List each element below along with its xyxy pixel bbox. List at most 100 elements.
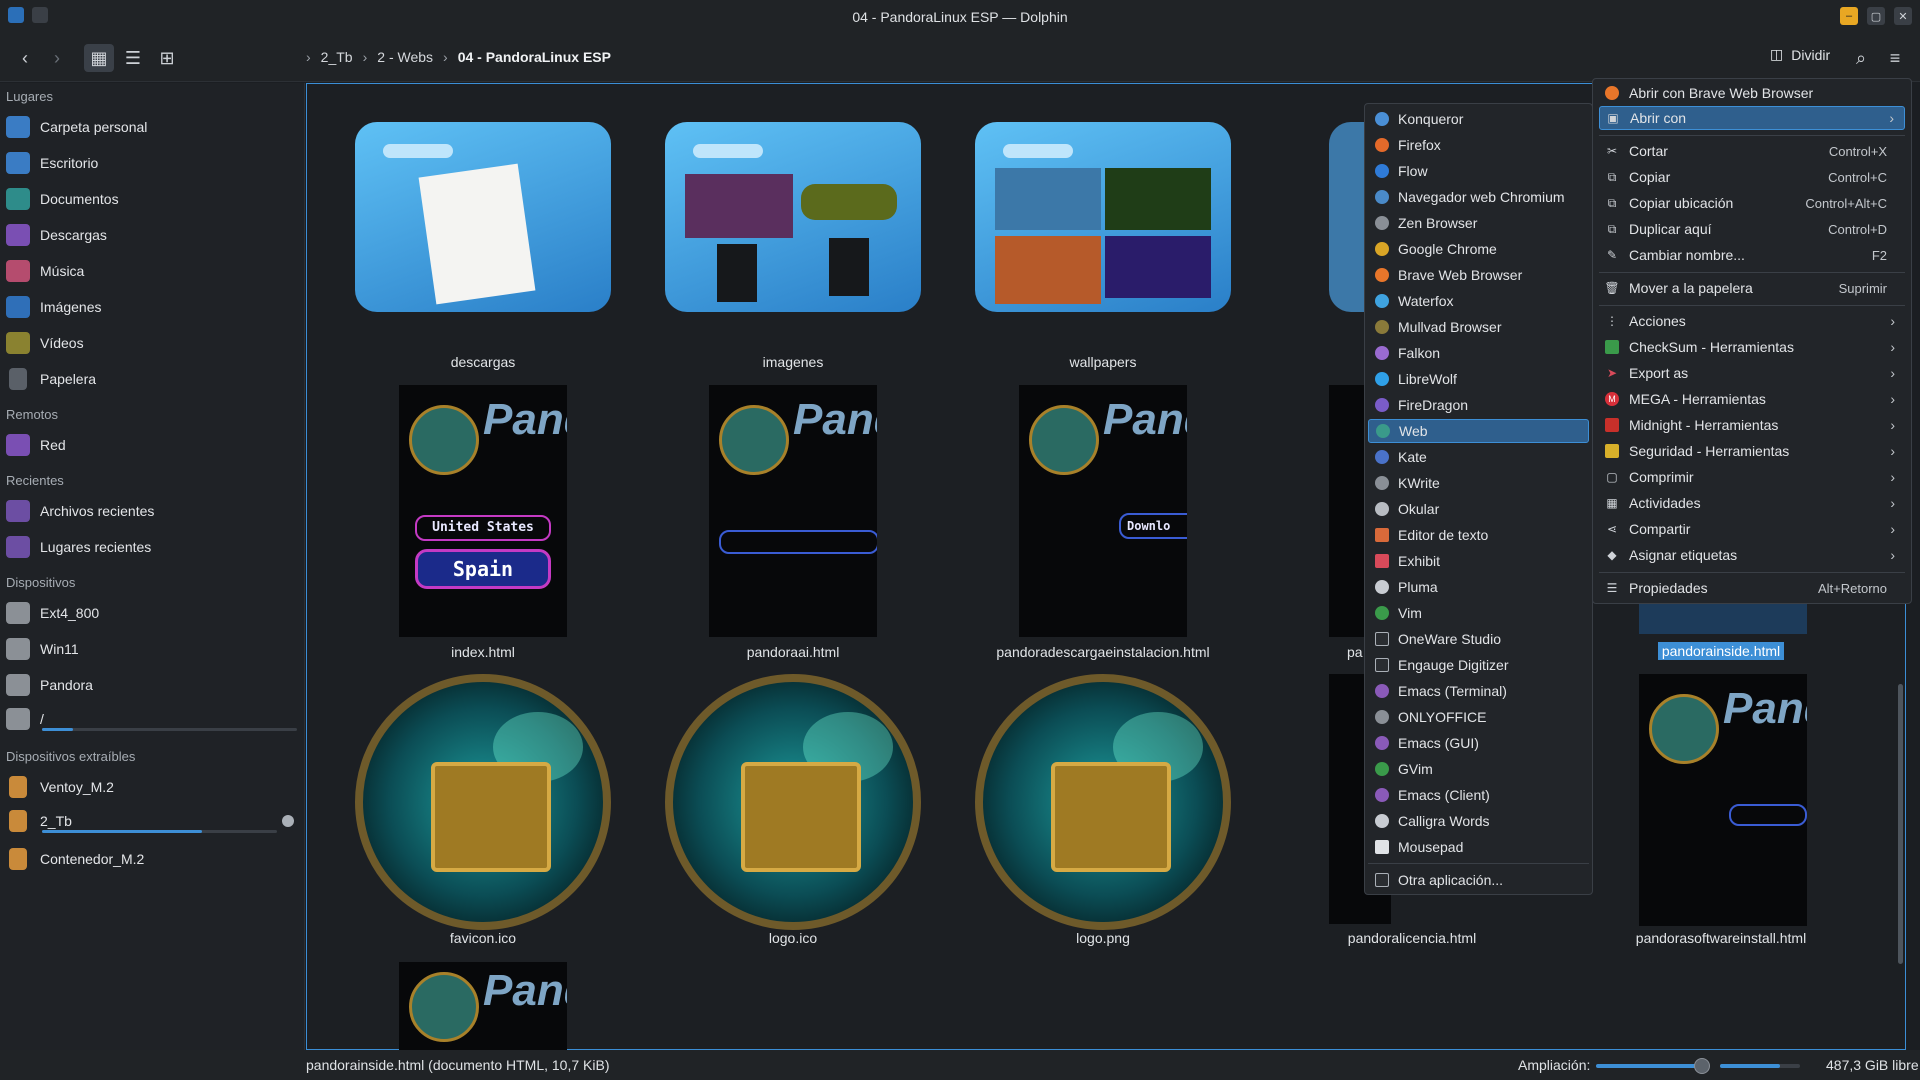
sidebar-item-pictures[interactable]: Imágenes [6, 291, 298, 323]
folder-thumbnail[interactable] [665, 122, 921, 312]
file-name[interactable]: pandoralicencia.html [1262, 930, 1562, 946]
sidebar-item-recent-files[interactable]: Archivos recientes [6, 495, 298, 527]
image-thumbnail[interactable] [355, 674, 611, 930]
menu-assign-tags[interactable]: ◆ Asignar etiquetas › [1599, 543, 1905, 567]
app-web[interactable]: Web [1368, 419, 1589, 443]
app-exhibit[interactable]: Exhibit [1368, 549, 1589, 573]
folder-thumbnail[interactable] [1329, 122, 1369, 312]
file-name[interactable]: index.html [333, 644, 633, 660]
sidebar-item-documents[interactable]: Documentos [6, 183, 298, 215]
file-name[interactable]: pandorasoftwareinstall.html [1571, 930, 1871, 946]
sidebar-item-home[interactable]: Carpeta personal [6, 111, 298, 143]
sidebar-item-desktop[interactable]: Escritorio [6, 147, 298, 179]
app-gvim[interactable]: GVim [1368, 757, 1589, 781]
menu-compress[interactable]: ▢ Comprimir › [1599, 465, 1905, 489]
breadcrumb-current[interactable]: 04 - PandoraLinux ESP [458, 49, 611, 65]
sidebar-item-recent-places[interactable]: Lugares recientes [6, 531, 298, 563]
app-chrome[interactable]: Google Chrome [1368, 237, 1589, 261]
menu-actions[interactable]: ⋮ Acciones › [1599, 309, 1905, 333]
sidebar-item-ventoy[interactable]: Ventoy_M.2 [6, 771, 298, 803]
sidebar-item-ext4[interactable]: Ext4_800 [6, 597, 298, 629]
other-application-item[interactable]: Otra aplicación... [1368, 868, 1589, 892]
sidebar-item-trash[interactable]: Papelera [6, 363, 298, 395]
app-librewolf[interactable]: LibreWolf [1368, 367, 1589, 391]
menu-open-brave[interactable]: Abrir con Brave Web Browser [1599, 81, 1905, 105]
eject-icon[interactable] [282, 815, 294, 827]
file-name[interactable]: pandoradescargaeinstalacion.html [953, 644, 1253, 660]
app-mousepad[interactable]: Mousepad [1368, 835, 1589, 859]
app-calligra-words[interactable]: Calligra Words [1368, 809, 1589, 833]
image-thumbnail[interactable] [975, 674, 1231, 930]
minimize-button[interactable]: – [1840, 7, 1858, 25]
menu-midnight[interactable]: Midnight - Herramientas › [1599, 413, 1905, 437]
file-name[interactable]: favicon.ico [333, 930, 633, 946]
scrollbar[interactable] [1898, 684, 1903, 964]
app-onlyoffice[interactable]: ONLYOFFICE [1368, 705, 1589, 729]
file-name[interactable]: descargas [333, 354, 633, 370]
file-name[interactable]: pandoraai.html [643, 644, 943, 660]
sidebar-item-music[interactable]: Música [6, 255, 298, 287]
menu-mega[interactable]: M MEGA - Herramientas › [1599, 387, 1905, 411]
close-button[interactable]: ✕ [1894, 7, 1912, 25]
search-button[interactable]: ⌕ [1846, 44, 1876, 72]
app-emacs-gui[interactable]: Emacs (GUI) [1368, 731, 1589, 755]
sidebar-item-win11[interactable]: Win11 [6, 633, 298, 665]
pin-icon[interactable] [32, 7, 48, 23]
app-emacs-client[interactable]: Emacs (Client) [1368, 783, 1589, 807]
icons-view-button[interactable]: ▦ [84, 44, 114, 72]
zoom-slider-handle[interactable] [1694, 1058, 1710, 1074]
breadcrumb-item[interactable]: 2_Tb [321, 49, 353, 65]
file-name-selected[interactable]: pandorainside.html [1571, 642, 1871, 660]
menu-properties[interactable]: ☰ Propiedades Alt+Retorno [1599, 576, 1905, 600]
app-waterfox[interactable]: Waterfox [1368, 289, 1589, 313]
app-oneware[interactable]: OneWare Studio [1368, 627, 1589, 651]
back-button[interactable]: ‹ [10, 44, 40, 72]
app-brave[interactable]: Brave Web Browser [1368, 263, 1589, 287]
file-name[interactable]: imagenes [643, 354, 943, 370]
compact-view-button[interactable]: ☰ [118, 44, 148, 72]
forward-button[interactable]: › [42, 44, 72, 72]
html-thumbnail[interactable]: Pand [1639, 674, 1807, 926]
app-emacs-terminal[interactable]: Emacs (Terminal) [1368, 679, 1589, 703]
html-thumbnail[interactable] [1329, 385, 1367, 637]
folder-thumbnail[interactable] [355, 122, 611, 312]
menu-checksum[interactable]: CheckSum - Herramientas › [1599, 335, 1905, 359]
menu-copy[interactable]: ⧉ Copiar Control+C [1599, 165, 1905, 189]
app-okular[interactable]: Okular [1368, 497, 1589, 521]
menu-export-as[interactable]: ➤ Export as › [1599, 361, 1905, 385]
app-firefox[interactable]: Firefox [1368, 133, 1589, 157]
app-pluma[interactable]: Pluma [1368, 575, 1589, 599]
html-thumbnail[interactable]: Pand [709, 385, 877, 637]
menu-button[interactable]: ≡ [1880, 44, 1910, 72]
app-mullvad[interactable]: Mullvad Browser [1368, 315, 1589, 339]
html-thumbnail[interactable]: Pand United States Spain [399, 385, 567, 637]
sidebar-item-contenedor[interactable]: Contenedor_M.2 [6, 843, 298, 875]
menu-rename[interactable]: ✎ Cambiar nombre... F2 [1599, 243, 1905, 267]
app-zen[interactable]: Zen Browser [1368, 211, 1589, 235]
html-thumbnail[interactable]: Pand [399, 962, 567, 1050]
file-name[interactable]: logo.ico [643, 930, 943, 946]
menu-cut[interactable]: ✂ Cortar Control+X [1599, 139, 1905, 163]
folder-thumbnail[interactable] [975, 122, 1231, 312]
sidebar-item-downloads[interactable]: Descargas [6, 219, 298, 251]
sidebar-item-network[interactable]: Red [6, 429, 298, 461]
app-icon[interactable] [8, 7, 24, 23]
app-text-editor[interactable]: Editor de texto [1368, 523, 1589, 547]
menu-move-to-trash[interactable]: 🗑 Mover a la papelera Suprimir [1599, 276, 1905, 300]
split-button[interactable]: ◫ Dividir [1770, 46, 1830, 63]
sidebar-item-videos[interactable]: Vídeos [6, 327, 298, 359]
app-kate[interactable]: Kate [1368, 445, 1589, 469]
app-firedragon[interactable]: FireDragon [1368, 393, 1589, 417]
image-thumbnail[interactable] [665, 674, 921, 930]
app-falkon[interactable]: Falkon [1368, 341, 1589, 365]
breadcrumb-item[interactable]: 2 - Webs [377, 49, 433, 65]
menu-share[interactable]: ⋖ Compartir › [1599, 517, 1905, 541]
file-name[interactable]: logo.png [953, 930, 1253, 946]
sidebar-item-pandora[interactable]: Pandora [6, 669, 298, 701]
maximize-button[interactable]: ▢ [1867, 7, 1885, 25]
app-vim[interactable]: Vim [1368, 601, 1589, 625]
html-thumbnail[interactable]: Pand Downlo [1019, 385, 1187, 637]
app-kwrite[interactable]: KWrite [1368, 471, 1589, 495]
menu-open-with[interactable]: ▣ Abrir con › [1599, 106, 1905, 130]
zoom-slider[interactable] [1596, 1064, 1706, 1068]
